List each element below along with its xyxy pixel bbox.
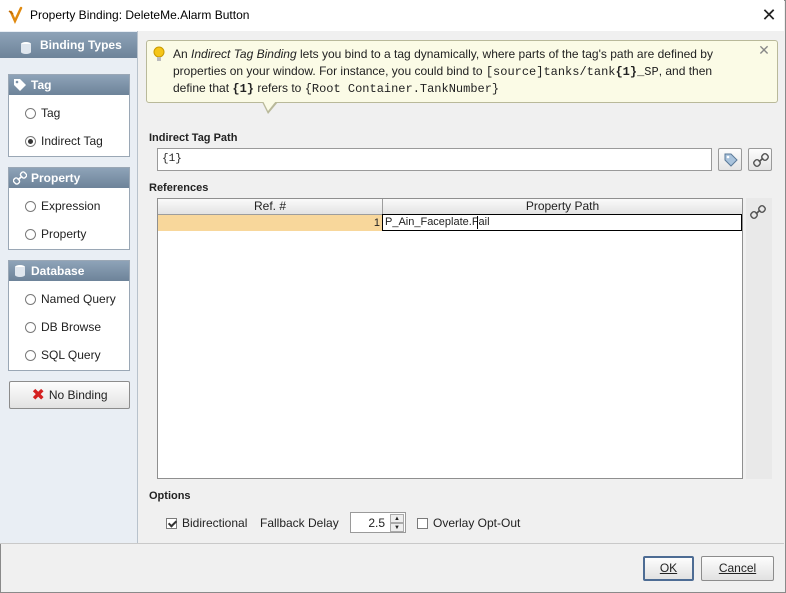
radio-indirect-tag[interactable]: Indirect Tag	[25, 132, 103, 150]
radio-label: SQL Query	[41, 348, 101, 362]
radio-label: Tag	[41, 106, 61, 120]
info-code: {Root Container.TankNumber}	[304, 82, 500, 96]
info-text: define that	[173, 81, 233, 95]
property-group: Property Expression Property	[8, 167, 130, 250]
radio-button[interactable]	[25, 201, 36, 212]
radio-label: Expression	[41, 199, 101, 213]
overlay-optout-label: Overlay Opt-Out	[433, 516, 521, 530]
radio-label: Property	[41, 227, 87, 241]
radio-button[interactable]	[25, 108, 36, 119]
tag-group-title: Tag	[31, 78, 52, 92]
radio-property[interactable]: Property	[25, 225, 86, 243]
column-header-property-path[interactable]: Property Path	[383, 199, 742, 215]
tag-icon	[13, 78, 27, 92]
info-text: properties on your window. For instance,…	[173, 64, 486, 78]
info-close-icon[interactable]: ✕	[756, 42, 772, 58]
database-icon	[20, 38, 32, 54]
insert-property-link-button[interactable]	[748, 148, 772, 171]
close-window-button[interactable]: ✕	[754, 4, 784, 28]
info-text: , and then	[658, 64, 713, 78]
no-binding-button[interactable]: ✖ No Binding	[9, 381, 130, 409]
chain-link-icon	[753, 153, 769, 167]
tag-group: Tag Tag Indirect Tag	[8, 74, 130, 157]
info-code: _SP	[637, 65, 659, 79]
fallback-delay-value[interactable]: 2.5	[368, 516, 385, 530]
radio-sql-query[interactable]: SQL Query	[25, 346, 101, 364]
options-label: Options	[149, 490, 191, 502]
database-group: Database Named Query DB Browse SQL Query	[8, 260, 130, 371]
radio-button[interactable]	[25, 350, 36, 361]
radio-button-selected[interactable]	[25, 136, 36, 147]
bidirectional-checkbox[interactable]	[166, 518, 177, 529]
database-group-title: Database	[31, 264, 85, 278]
references-table[interactable]	[157, 198, 743, 479]
fallback-delay-label: Fallback Delay	[260, 516, 339, 530]
insert-property-link-icon[interactable]	[750, 204, 768, 222]
database-icon	[13, 264, 27, 278]
ok-button[interactable]: OK	[643, 556, 694, 581]
radio-expression[interactable]: Expression	[25, 197, 100, 215]
close-icon: ✕	[761, 5, 777, 25]
bidirectional-checkbox-row[interactable]: Bidirectional	[166, 515, 247, 531]
radio-button[interactable]	[25, 229, 36, 240]
info-line-1: An Indirect Tag Binding lets you bind to…	[173, 47, 713, 61]
binding-types-title: Binding Types	[40, 38, 122, 52]
footer-divider	[0, 543, 784, 544]
cancel-label: Cancel	[718, 561, 757, 575]
bidirectional-label: Bidirectional	[182, 516, 248, 530]
overlay-optout-checkbox-row[interactable]: Overlay Opt-Out	[417, 515, 520, 531]
info-text: lets you bind to a tag dynamically, wher…	[296, 47, 713, 61]
table-cell-ref[interactable]: 1	[158, 215, 383, 231]
overlay-optout-checkbox[interactable]	[417, 518, 428, 529]
property-group-header: Property	[9, 168, 129, 188]
link-icon	[12, 171, 28, 185]
info-code: [source]tanks/tank	[485, 65, 616, 79]
radio-db-browse[interactable]: DB Browse	[25, 318, 101, 336]
info-code-bold: {1}	[232, 82, 254, 96]
references-label: References	[149, 182, 209, 194]
radio-label: DB Browse	[41, 320, 102, 334]
spinner-up-icon[interactable]: ▲	[390, 514, 404, 523]
info-line-2: properties on your window. For instance,…	[173, 64, 712, 79]
tag-group-header: Tag	[9, 75, 129, 95]
info-bubble-tail-inner	[263, 101, 276, 111]
indirect-tag-path-input[interactable]: {1}	[157, 148, 712, 171]
window-title: Property Binding: DeleteMe.Alarm Button	[30, 8, 250, 22]
tag-icon	[724, 153, 738, 167]
table-cell-property-path[interactable]: P_Ain_Faceplate.Fail	[382, 214, 742, 231]
info-text: An	[173, 47, 192, 61]
radio-button[interactable]	[25, 322, 36, 333]
cancel-button[interactable]: Cancel	[701, 556, 774, 581]
references-side-panel	[746, 198, 772, 479]
radio-label: Indirect Tag	[41, 134, 103, 148]
binding-wand-icon	[8, 6, 24, 25]
info-line-3: define that {1} refers to {Root Containe…	[173, 81, 499, 96]
spinner-down-icon[interactable]: ▼	[390, 523, 404, 532]
info-emphasis: Indirect Tag Binding	[191, 47, 297, 61]
ok-label: OK	[659, 561, 678, 575]
browse-tags-button[interactable]	[718, 148, 742, 171]
lightbulb-icon	[153, 46, 165, 64]
column-header-ref[interactable]: Ref. #	[158, 199, 383, 215]
no-binding-label: No Binding	[48, 388, 108, 402]
binding-types-header: Binding Types	[0, 32, 137, 58]
info-code-bold: {1}	[615, 65, 638, 79]
database-group-header: Database	[9, 261, 129, 281]
radio-button[interactable]	[25, 294, 36, 305]
text-caret	[477, 216, 478, 229]
info-text: refers to	[254, 81, 305, 95]
property-group-title: Property	[31, 171, 81, 185]
fallback-delay-spinner[interactable]: 2.5 ▲ ▼	[350, 512, 406, 533]
radio-tag[interactable]: Tag	[25, 104, 60, 122]
radio-named-query[interactable]: Named Query	[25, 290, 116, 308]
red-x-icon: ✖	[31, 387, 45, 404]
indirect-tag-path-label: Indirect Tag Path	[149, 132, 238, 144]
radio-label: Named Query	[41, 292, 116, 306]
